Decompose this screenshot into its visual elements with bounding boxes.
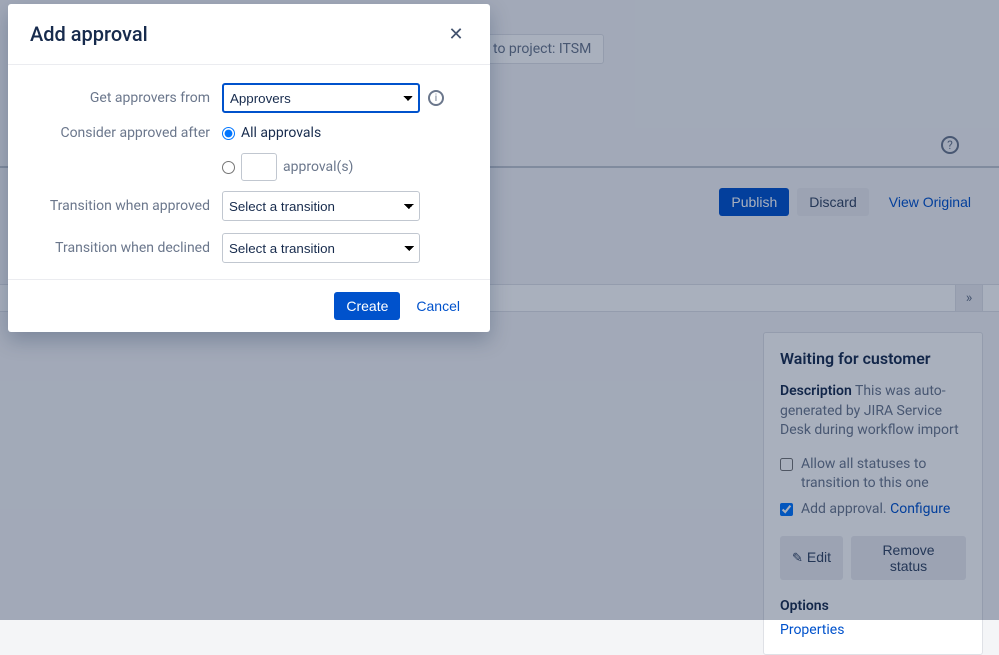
create-button[interactable]: Create bbox=[334, 292, 400, 320]
modal-body: Get approvers from Approvers i Consider … bbox=[8, 65, 490, 279]
approval-count-input[interactable] bbox=[241, 153, 277, 181]
modal-footer: Create Cancel bbox=[8, 279, 490, 332]
all-approvals-label: All approvals bbox=[241, 125, 321, 141]
cancel-button[interactable]: Cancel bbox=[404, 292, 472, 320]
modal-header: Add approval ✕ bbox=[8, 4, 490, 65]
count-approvals-row: approval(s) bbox=[222, 153, 468, 181]
transition-declined-select[interactable]: Select a transition bbox=[222, 233, 420, 263]
approvers-row: Get approvers from Approvers i bbox=[30, 83, 468, 113]
transition-declined-label: Transition when declined bbox=[30, 240, 222, 256]
consider-approved-label: Consider approved after bbox=[30, 125, 222, 141]
close-icon: ✕ bbox=[448, 24, 463, 44]
transition-approved-row: Transition when approved Select a transi… bbox=[30, 191, 468, 221]
transition-approved-label: Transition when approved bbox=[30, 198, 222, 214]
all-approvals-radio[interactable] bbox=[222, 127, 235, 140]
transition-declined-row: Transition when declined Select a transi… bbox=[30, 233, 468, 263]
count-approvals-radio[interactable] bbox=[222, 161, 235, 174]
modal-title: Add approval bbox=[30, 22, 148, 46]
approvers-select[interactable]: Approvers bbox=[222, 83, 420, 113]
info-icon[interactable]: i bbox=[428, 90, 444, 106]
properties-link[interactable]: Properties bbox=[780, 622, 966, 638]
close-button[interactable]: ✕ bbox=[444, 22, 468, 46]
approvers-label: Get approvers from bbox=[30, 90, 222, 106]
add-approval-modal: Add approval ✕ Get approvers from Approv… bbox=[8, 4, 490, 332]
consider-approved-row: Consider approved after All approvals bbox=[30, 125, 468, 141]
count-approvals-suffix: approval(s) bbox=[283, 159, 353, 175]
transition-approved-select[interactable]: Select a transition bbox=[222, 191, 420, 221]
